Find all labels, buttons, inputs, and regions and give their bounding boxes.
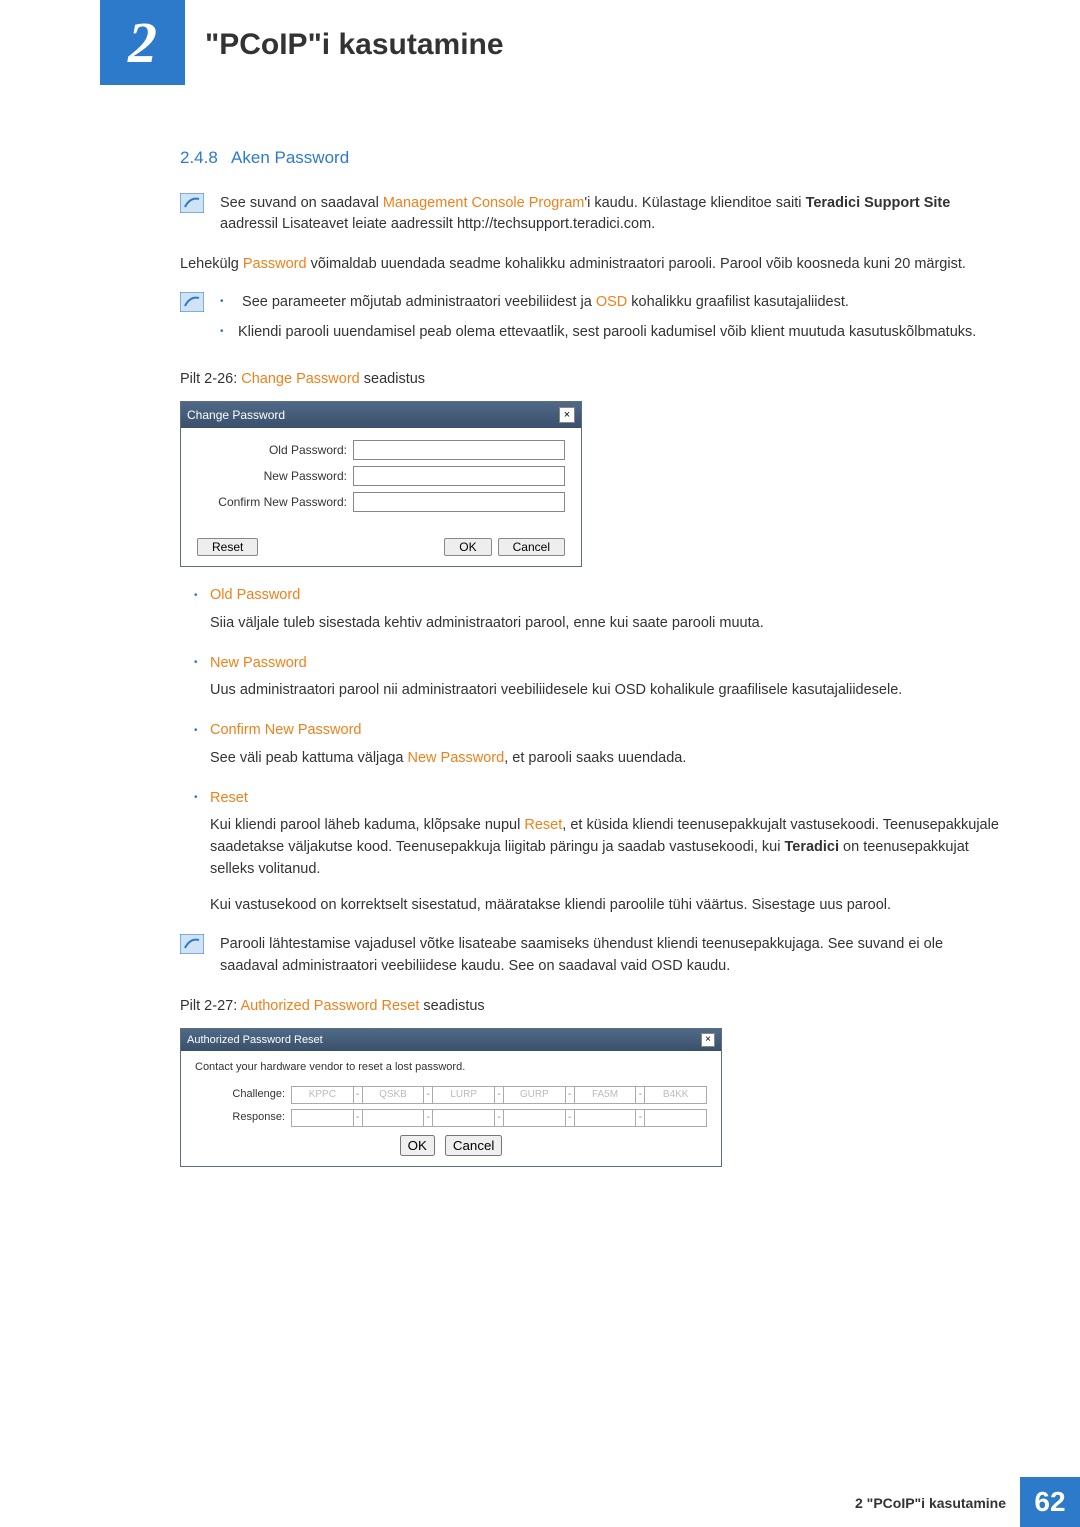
close-icon[interactable]: ×: [559, 407, 575, 423]
dialog-title: Authorized Password Reset: [187, 1032, 323, 1049]
challenge-label: Challenge:: [195, 1086, 291, 1103]
response-seg[interactable]: [644, 1109, 707, 1127]
field-definitions: Old Password Siia väljale tuleb sisestad…: [180, 585, 1000, 916]
new-password-input[interactable]: [353, 466, 565, 486]
note-icon: [180, 292, 210, 352]
ok-button[interactable]: OK: [444, 538, 491, 556]
note-icon: [180, 193, 210, 237]
challenge-cells: KPPC- QSKB- LURP- GURP- FA5M- B4KK: [291, 1086, 707, 1104]
challenge-seg: LURP: [432, 1086, 495, 1104]
def-term-new-password: New Password: [180, 653, 1000, 675]
response-seg[interactable]: [503, 1109, 566, 1127]
page-footer: 2 "PCoIP"i kasutamine 62: [855, 1477, 1080, 1527]
cancel-button[interactable]: Cancel: [498, 538, 565, 556]
authorized-password-reset-dialog: Authorized Password Reset × Contact your…: [180, 1028, 722, 1167]
page-number: 62: [1020, 1477, 1080, 1527]
response-cells[interactable]: - - - - -: [291, 1109, 707, 1127]
response-seg[interactable]: [432, 1109, 495, 1127]
dialog-title: Change Password: [187, 406, 285, 424]
section-number: 2.4.8: [180, 148, 218, 167]
paragraph-password-desc: Lehekülg Password võimaldab uuendada sea…: [180, 254, 1000, 276]
confirm-password-input[interactable]: [353, 492, 565, 512]
old-password-label: Old Password:: [197, 441, 353, 459]
info-note-1: See suvand on saadaval Management Consol…: [220, 193, 1000, 237]
challenge-seg: B4KK: [644, 1086, 707, 1104]
chapter-title: "PCoIP"i kasutamine: [205, 22, 504, 67]
dialog-instruction: Contact your hardware vendor to reset a …: [195, 1059, 707, 1076]
def-desc-new-password: Uus administraatori parool nii administr…: [210, 680, 1000, 702]
def-desc-reset-1: Kui kliendi parool läheb kaduma, klõpsak…: [210, 815, 1000, 880]
close-icon[interactable]: ×: [701, 1033, 715, 1047]
def-desc-old-password: Siia väljale tuleb sisestada kehtiv admi…: [210, 613, 1000, 635]
def-desc-confirm-password: See väli peab kattuma väljaga New Passwo…: [210, 748, 1000, 770]
old-password-input[interactable]: [353, 440, 565, 460]
note-icon: [180, 934, 210, 978]
def-desc-reset-2: Kui vastusekood on korrektselt sisestatu…: [210, 895, 1000, 917]
confirm-password-label: Confirm New Password:: [197, 493, 353, 511]
section-title: Aken Password: [231, 148, 349, 167]
info-note-3: Parooli lähtestamise vajadusel võtke lis…: [220, 934, 1000, 978]
list-item: See parameeter mõjutab administraatori v…: [220, 292, 1000, 314]
reset-button[interactable]: Reset: [197, 538, 258, 556]
response-label: Response:: [195, 1109, 291, 1126]
response-seg[interactable]: [362, 1109, 425, 1127]
challenge-seg: KPPC: [291, 1086, 354, 1104]
def-term-old-password: Old Password: [180, 585, 1000, 607]
response-seg[interactable]: [574, 1109, 637, 1127]
chapter-number-badge: 2: [100, 0, 185, 85]
challenge-seg: FA5M: [574, 1086, 637, 1104]
section-heading: 2.4.8 Aken Password: [180, 145, 1000, 171]
def-term-reset: Reset: [180, 788, 1000, 810]
footer-text: 2 "PCoIP"i kasutamine: [855, 1477, 1020, 1527]
change-password-dialog: Change Password × Old Password: New Pass…: [180, 401, 582, 567]
ok-button[interactable]: OK: [400, 1135, 435, 1156]
info-note-2-list: See parameeter mõjutab administraatori v…: [220, 292, 1000, 344]
challenge-seg: GURP: [503, 1086, 566, 1104]
figure-caption-1: Pilt 2-26: Change Password seadistus: [180, 369, 1000, 391]
challenge-seg: QSKB: [362, 1086, 425, 1104]
figure-caption-2: Pilt 2-27: Authorized Password Reset sea…: [180, 996, 1000, 1018]
def-term-confirm-password: Confirm New Password: [180, 720, 1000, 742]
new-password-label: New Password:: [197, 467, 353, 485]
list-item: Kliendi parooli uuendamisel peab olema e…: [220, 322, 1000, 344]
cancel-button[interactable]: Cancel: [445, 1135, 503, 1156]
response-seg[interactable]: [291, 1109, 354, 1127]
